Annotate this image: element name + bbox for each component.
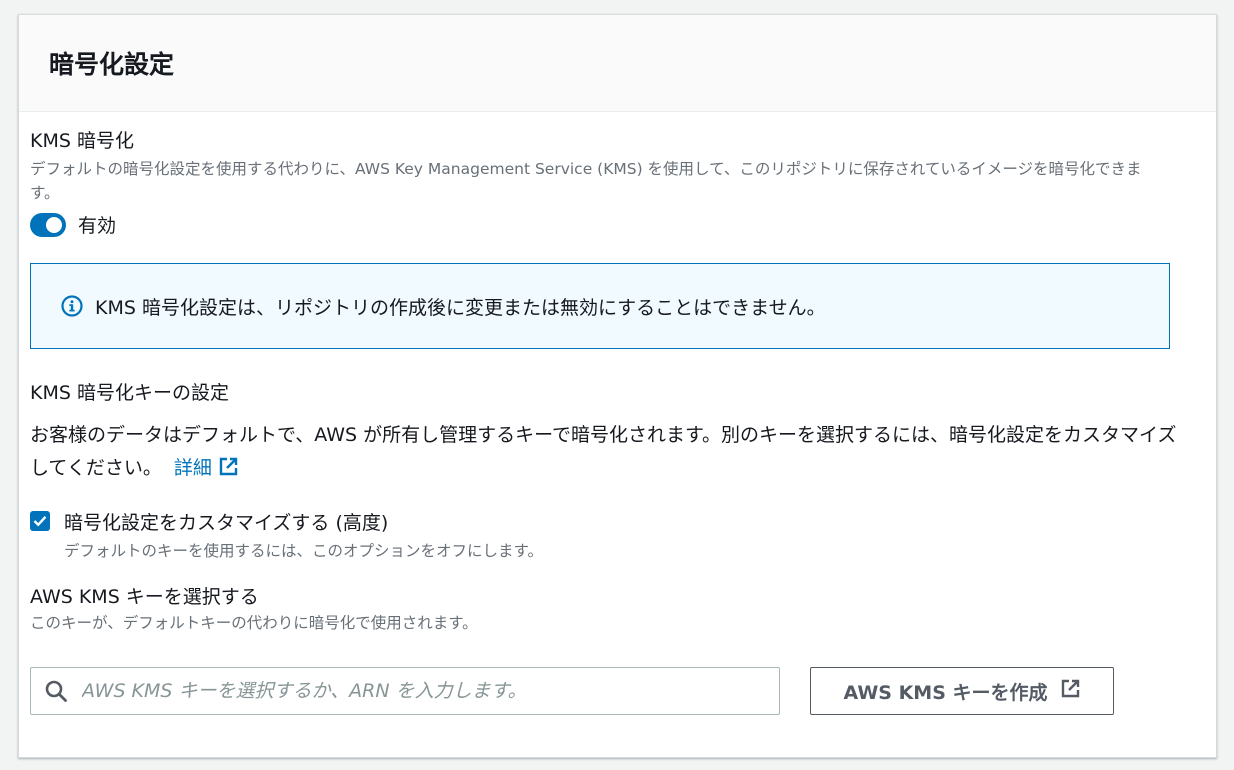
kms-key-search-input[interactable]: [80, 667, 779, 715]
key-settings-section: KMS 暗号化キーの設定 お客様のデータはデフォルトで、AWS が所有し管理する…: [30, 378, 1180, 488]
info-icon: [61, 295, 83, 317]
select-key-description: このキーが、デフォルトキーの代わりに暗号化で使用されます。: [30, 611, 1130, 635]
kms-toggle-row: 有効: [30, 211, 1170, 238]
select-key-label: AWS KMS キーを選択する: [30, 582, 1130, 609]
kms-encryption-description: デフォルトの暗号化設定を使用する代わりに、AWS Key Management …: [30, 157, 1170, 205]
customize-section: 暗号化設定をカスタマイズする (高度) デフォルトのキーを使用するには、このオプ…: [30, 508, 1130, 561]
customize-label: 暗号化設定をカスタマイズする (高度): [64, 508, 543, 535]
toggle-knob: [46, 217, 62, 233]
kms-encryption-label: KMS 暗号化: [30, 126, 1170, 153]
external-link-icon: [1060, 678, 1081, 704]
kms-encryption-section: KMS 暗号化 デフォルトの暗号化設定を使用する代わりに、AWS Key Man…: [30, 126, 1170, 238]
info-alert-text: KMS 暗号化設定は、リポジトリの作成後に変更または無効にすることはできません。: [95, 293, 826, 320]
select-key-section: AWS KMS キーを選択する このキーが、デフォルトキーの代わりに暗号化で使用…: [30, 582, 1130, 635]
search-icon: [44, 679, 68, 703]
key-settings-text-block: お客様のデータはデフォルトで、AWS が所有し管理するキーで暗号化されます。別の…: [30, 419, 1180, 488]
customize-text: 暗号化設定をカスタマイズする (高度) デフォルトのキーを使用するには、このオプ…: [64, 508, 543, 561]
details-link-label: 詳細: [174, 457, 212, 479]
info-alert: KMS 暗号化設定は、リポジトリの作成後に変更または無効にすることはできません。: [30, 263, 1170, 349]
kms-encryption-toggle[interactable]: [30, 213, 66, 237]
kms-toggle-label: 有効: [78, 211, 116, 238]
external-link-icon: [218, 455, 239, 488]
check-icon: [33, 515, 47, 527]
customize-checkbox[interactable]: [30, 511, 50, 531]
key-settings-label: KMS 暗号化キーの設定: [30, 378, 1180, 405]
create-kms-key-button-label: AWS KMS キーを作成: [843, 678, 1047, 705]
customize-checkbox-row: 暗号化設定をカスタマイズする (高度) デフォルトのキーを使用するには、このオプ…: [30, 508, 1130, 561]
details-link[interactable]: 詳細: [174, 457, 239, 479]
customize-description: デフォルトのキーを使用するには、このオプションをオフにします。: [64, 539, 543, 561]
create-kms-key-button[interactable]: AWS KMS キーを作成: [810, 667, 1114, 715]
panel-header: 暗号化設定: [19, 15, 1216, 112]
kms-key-search-field: [30, 667, 780, 715]
panel-title: 暗号化設定: [49, 45, 174, 81]
